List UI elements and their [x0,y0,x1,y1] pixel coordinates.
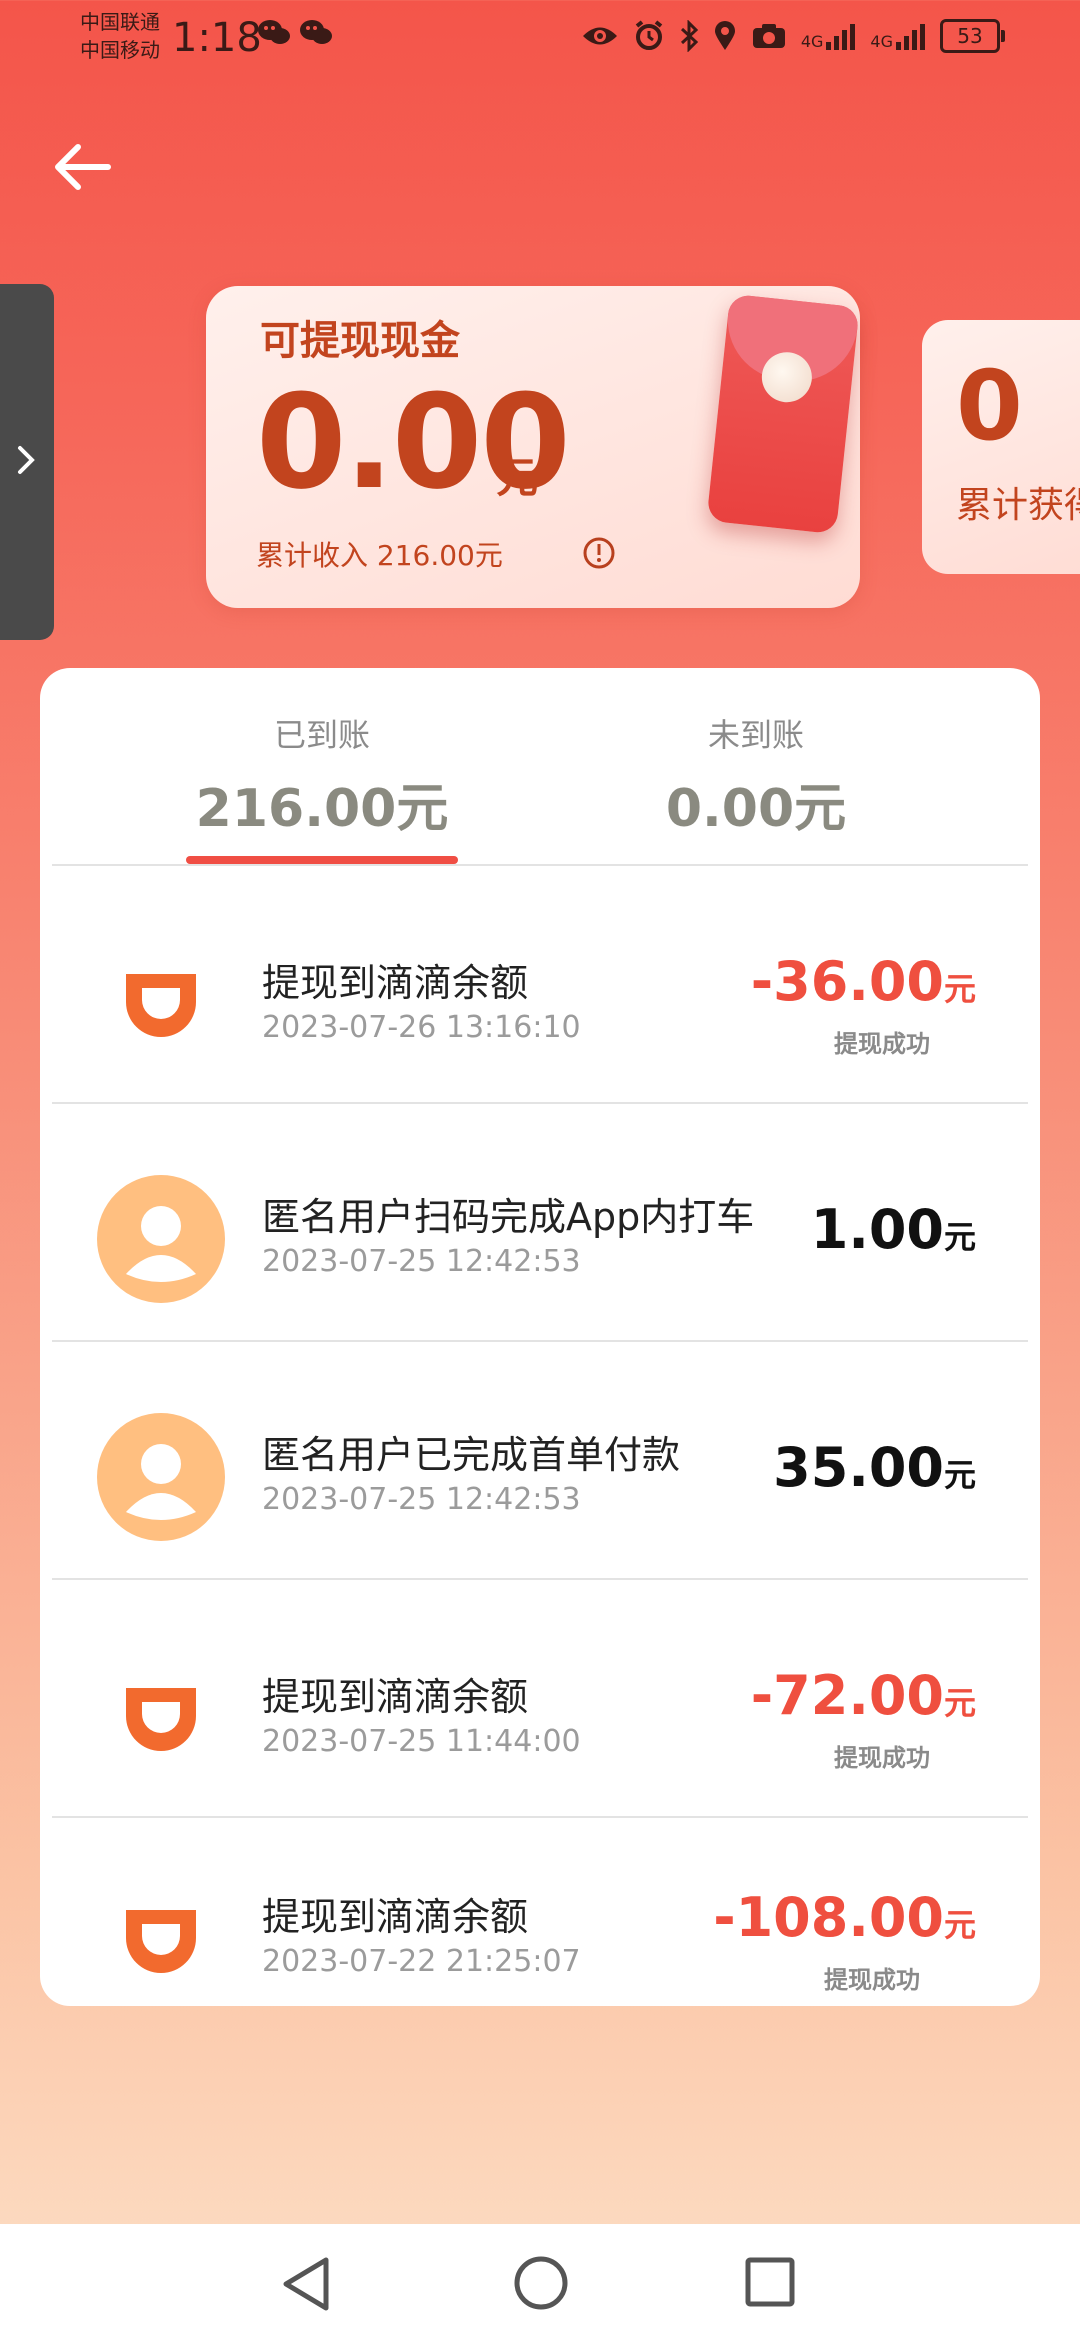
battery-icon: 53 [940,19,1005,53]
cash-card-title: 可提现现金 [260,318,460,364]
list-item[interactable]: 匿名用户已完成首单付款 2023-07-25 12:42:53 35.00元 [40,1342,1040,1578]
didi-logo-icon [96,936,226,1066]
record-amount: -36.00元 [750,950,976,1013]
record-title: 匿名用户扫码完成App内打车 [262,1195,755,1239]
accumulated-label: 累计获得 [956,485,1080,526]
record-amount: 1.00元 [810,1198,976,1261]
active-tab-indicator [186,856,458,864]
tab-pending[interactable]: 未到账 0.00元 [606,710,906,841]
red-envelope-icon [706,293,860,535]
list-item[interactable]: 提现到滴滴余额 2023-07-26 13:16:10 -36.00元 提现成功 [40,866,1040,1102]
record-status: 提现成功 [834,1030,930,1058]
tab-pending-value: 0.00元 [665,779,847,839]
signal-1: 4G [801,22,857,50]
alarm-icon [635,20,663,50]
avatar-icon [96,1174,226,1304]
nav-home-button[interactable] [512,2254,570,2316]
wechat-icon [298,18,334,56]
total-income: 累计收入 216.00元 [256,539,503,572]
didi-logo-icon [96,1650,226,1780]
camera-icon [752,24,785,48]
record-date: 2023-07-22 21:25:07 [262,1944,581,1979]
back-arrow-icon [55,144,111,190]
cash-unit: 元 [496,453,539,502]
record-date: 2023-07-25 12:42:53 [262,1244,581,1279]
back-button[interactable] [48,132,118,202]
side-drawer-tab[interactable] [0,284,54,640]
signal-2: 4G [870,22,926,50]
avatar-icon [96,1412,226,1542]
record-date: 2023-07-26 13:16:10 [262,1010,581,1045]
record-title: 提现到滴滴余额 [262,1675,529,1719]
nav-back-button[interactable] [278,2254,334,2318]
record-title: 提现到滴滴余额 [262,961,529,1005]
circle-home-icon [514,2256,568,2310]
record-amount: 35.00元 [773,1436,976,1499]
record-status: 提现成功 [824,1966,920,1994]
record-amount: -72.00元 [750,1664,976,1727]
record-title: 提现到滴滴余额 [262,1895,529,1939]
triangle-back-icon [283,2257,329,2311]
chevron-right-icon [18,446,35,474]
tab-received-label: 已到账 [273,716,370,754]
status-icons: 4G 4G 53 [581,14,1005,58]
accumulated-card[interactable]: 0 累计获得 [922,320,1080,574]
location-icon [714,21,735,50]
list-item[interactable]: 提现到滴滴余额 2023-07-22 21:25:07 -108.00元 提现成… [40,1818,1040,2006]
clock: 1:18 [172,15,262,61]
eye-icon [582,27,617,45]
record-title: 匿名用户已完成首单付款 [262,1433,681,1477]
withdrawable-cash-card[interactable]: 可提现现金 0.00 元 累计收入 216.00元 [206,286,860,608]
tab-received-value: 216.00元 [195,779,449,839]
record-amount: -108.00元 [713,1886,976,1949]
square-recents-icon [745,2257,795,2307]
accumulated-value: 0 [956,350,1023,462]
wechat-icon [256,18,292,56]
tab-received[interactable]: 已到账 216.00元 [172,710,472,841]
didi-logo-icon [96,1872,226,2002]
info-icon[interactable] [582,536,616,574]
record-status: 提现成功 [834,1744,930,1772]
carrier-2: 中国移动 [80,38,160,62]
system-nav-bar [0,2224,1080,2340]
record-date: 2023-07-25 12:42:53 [262,1482,581,1517]
list-item[interactable]: 匿名用户扫码完成App内打车 2023-07-25 12:42:53 1.00元 [40,1104,1040,1340]
carrier-1: 中国联通 [80,10,160,34]
records-panel: 已到账 216.00元 未到账 0.00元 提现到滴滴余额 2023-07-26… [40,668,1040,2006]
bluetooth-icon [680,20,699,52]
carrier-labels: 中国联通 中国移动 [80,8,160,64]
record-date: 2023-07-25 11:44:00 [262,1724,581,1759]
list-item[interactable]: 提现到滴滴余额 2023-07-25 11:44:00 -72.00元 提现成功 [40,1580,1040,1816]
nav-recents-button[interactable] [744,2256,796,2312]
status-bar: 中国联通 中国移动 1:18 4G 4G 53 [0,0,1080,80]
tab-pending-label: 未到账 [707,716,804,754]
